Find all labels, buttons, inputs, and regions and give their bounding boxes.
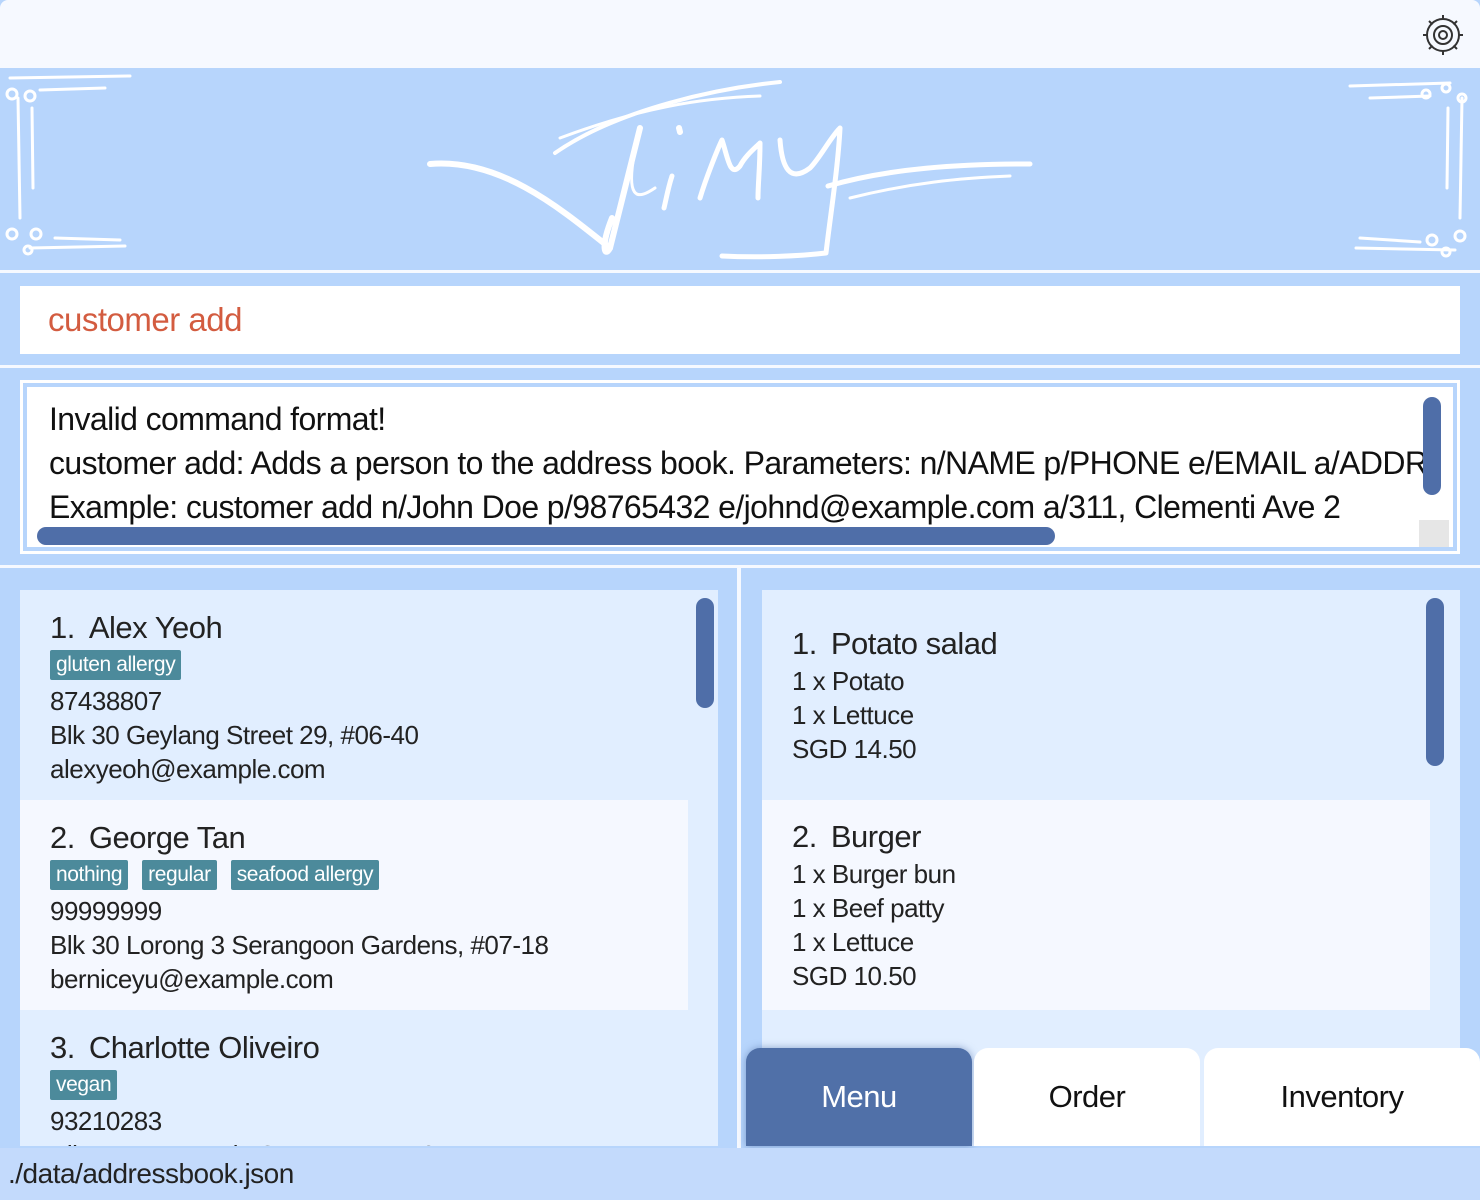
gear-icon[interactable]: [1420, 12, 1466, 58]
menu-list-scrollbar[interactable]: [1426, 598, 1444, 766]
customer-tag: gluten allergy: [50, 650, 182, 680]
menu-item-title: 2. Burger: [792, 817, 1400, 857]
customer-name: Charlotte Oliveiro: [88, 1030, 320, 1065]
menu-item-ingredient: 1 x Lettuce: [792, 927, 914, 957]
menu-item-price: SGD 10.50: [792, 961, 917, 991]
result-line: Example: customer add n/John Doe p/98765…: [49, 489, 1341, 525]
customer-index: 1.: [50, 610, 75, 645]
customer-address: Blk 30 Geylang Street 29, #06-40: [50, 720, 419, 750]
panel-divider: [737, 568, 741, 1148]
app-banner: [0, 68, 1480, 270]
menu-item-index: 1.: [792, 626, 817, 661]
menu-item-title: 1. Potato salad: [792, 624, 1400, 664]
tab-menu[interactable]: Menu: [746, 1048, 972, 1146]
customer-phone: 99999999: [50, 896, 162, 926]
customer-card[interactable]: 3. Charlotte Oliveiro vegan 93210283 Blk …: [20, 1010, 688, 1146]
customer-address: Blk 30 Lorong 3 Serangoon Gardens, #07-1…: [50, 930, 549, 960]
status-bar-file-path: ./data/addressbook.json: [0, 1148, 1480, 1200]
command-box[interactable]: [20, 286, 1460, 354]
result-horizontal-scrollbar[interactable]: [37, 527, 1055, 545]
top-bar: [0, 0, 1480, 68]
menu-item-name: Burger: [830, 819, 922, 854]
menu-item-price: SGD 14.50: [792, 734, 917, 764]
menu-item-card[interactable]: 2. Burger 1 x Burger bun 1 x Beef patty 1…: [762, 800, 1430, 1010]
customer-list-scrollbar[interactable]: [696, 598, 714, 708]
result-display-frame: Invalid command format! customer add: Ad…: [20, 380, 1460, 554]
customer-phone: 93210283: [50, 1106, 162, 1136]
jimy-logo: [427, 80, 1033, 260]
scroll-corner: [1419, 520, 1449, 547]
customer-email: berniceyu@example.com: [50, 964, 334, 994]
customer-name: George Tan: [88, 820, 246, 855]
menu-item-index: 2.: [792, 819, 817, 854]
tab-bar: Menu Order Inventory: [746, 1048, 1480, 1146]
customer-title: 2. George Tan: [50, 818, 658, 858]
command-input[interactable]: [46, 300, 1434, 340]
customer-email: alexyeoh@example.com: [50, 754, 326, 784]
divider: [0, 270, 1480, 273]
menu-item-name: Potato salad: [830, 626, 998, 661]
customer-card[interactable]: 1. Alex Yeoh gluten allergy 87438807 Blk …: [20, 590, 688, 800]
customer-tag: regular: [142, 860, 217, 890]
result-text: Invalid command format! customer add: Ad…: [49, 397, 1429, 525]
customer-index: 2.: [50, 820, 75, 855]
customer-card[interactable]: 2. George Tan nothing regular seafood all…: [20, 800, 688, 1010]
customer-tag: vegan: [50, 1070, 118, 1100]
menu-item-ingredient: 1 x Potato: [792, 666, 905, 696]
menu-item-ingredient: 1 x Burger bun: [792, 859, 956, 889]
customer-name: Alex Yeoh: [88, 610, 223, 645]
customer-phone: 87438807: [50, 686, 162, 716]
result-line: Invalid command format!: [49, 401, 386, 437]
tab-inventory[interactable]: Inventory: [1204, 1048, 1480, 1146]
customer-address: Blk 11 Ang Mo Kio Street 74, #11-04: [50, 1138, 658, 1146]
menu-item-ingredient: 1 x Beef patty: [792, 893, 944, 923]
customer-tag: seafood allergy: [230, 860, 380, 890]
customer-title: 3. Charlotte Oliveiro: [50, 1028, 658, 1068]
customer-list[interactable]: 1. Alex Yeoh gluten allergy 87438807 Blk …: [20, 590, 718, 1146]
result-vertical-scrollbar[interactable]: [1423, 397, 1441, 495]
menu-item-card[interactable]: 1. Potato salad 1 x Potato 1 x Lettuce SG…: [762, 590, 1430, 800]
result-display[interactable]: Invalid command format! customer add: Ad…: [27, 387, 1453, 547]
customer-tag: nothing: [50, 860, 129, 890]
customer-title: 1. Alex Yeoh: [50, 608, 658, 648]
menu-item-ingredient: 1 x Lettuce: [792, 700, 914, 730]
customer-index: 3.: [50, 1030, 75, 1065]
tab-order[interactable]: Order: [974, 1048, 1200, 1146]
result-line: customer add: Adds a person to the addre…: [49, 445, 1429, 481]
divider: [0, 365, 1480, 368]
